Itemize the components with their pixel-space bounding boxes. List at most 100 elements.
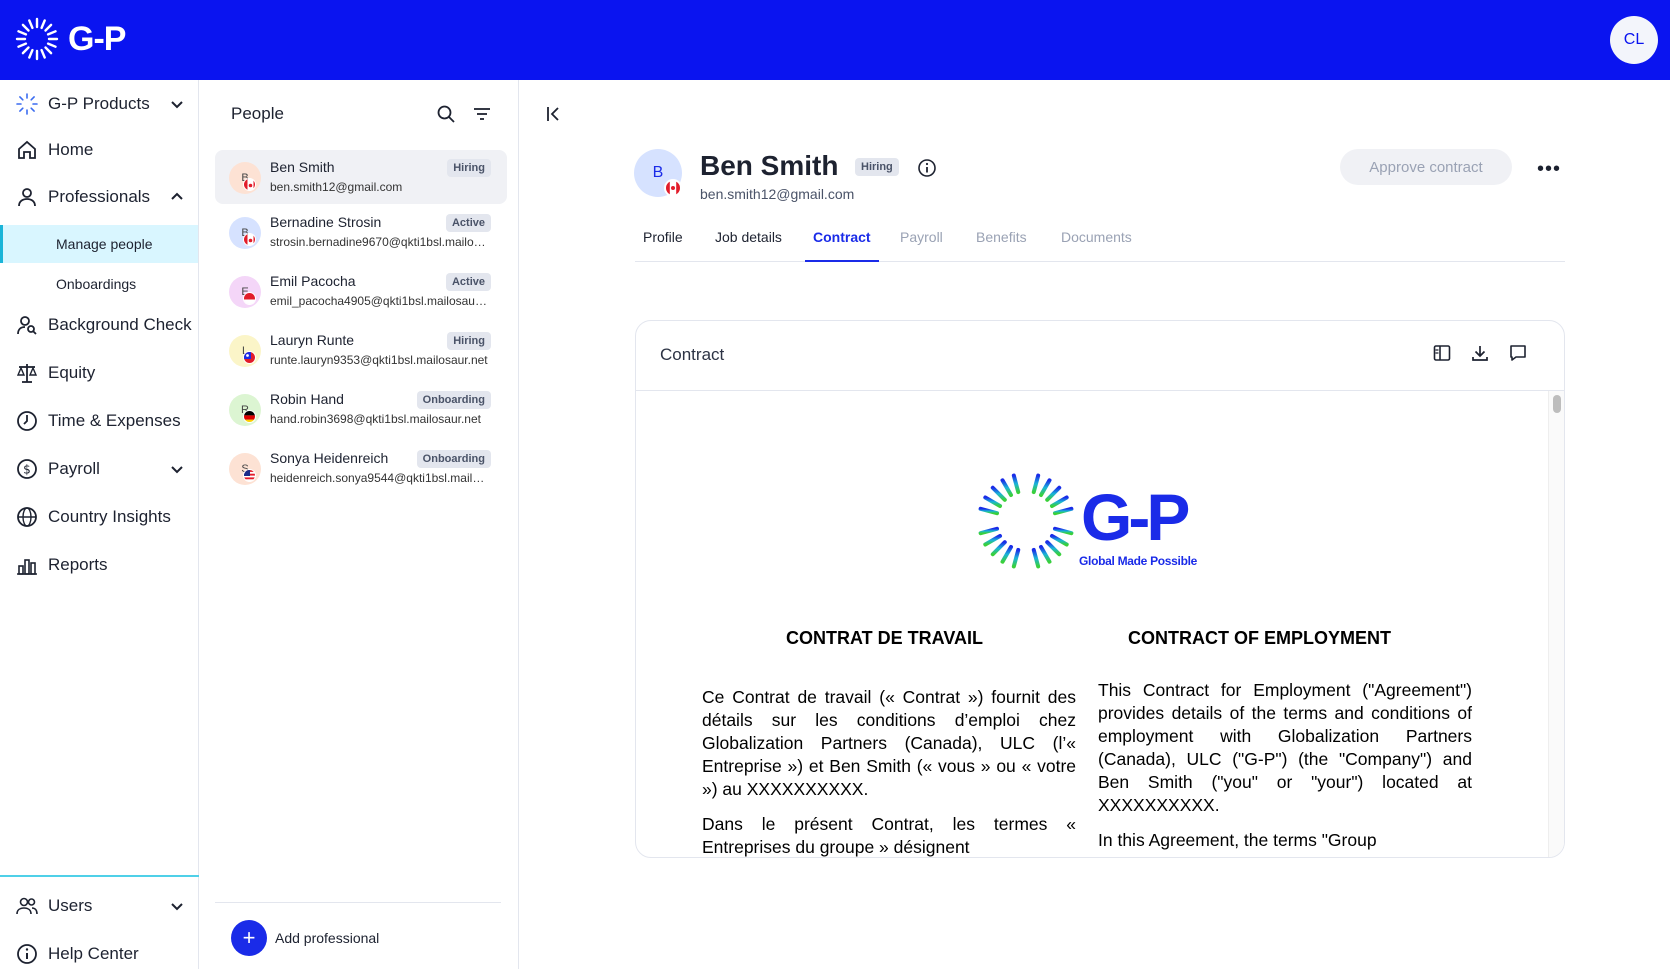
contract-text-fr: Ce Contrat de travail (« Contrat ») four… xyxy=(702,686,1076,857)
filter-icon[interactable] xyxy=(472,104,492,124)
gp-sunburst-logo-icon xyxy=(977,472,1075,570)
more-options-icon[interactable]: ••• xyxy=(1537,158,1561,181)
sidebar-item-label: Equity xyxy=(48,363,96,382)
scale-icon xyxy=(16,362,38,384)
status-badge: Onboarding xyxy=(416,450,491,468)
sidebar-item-reports[interactable]: Reports xyxy=(0,545,199,585)
heading-en: CONTRACT OF EMPLOYMENT xyxy=(1128,628,1391,648)
comment-icon[interactable] xyxy=(1508,343,1528,363)
person-name: Bernadine Strosin xyxy=(270,214,382,230)
person-row-lauryn-runte[interactable]: L Lauryn Runte runte.lauryn9353@qkti1bsl… xyxy=(215,323,507,377)
profile-email: ben.smith12@gmail.com xyxy=(700,186,855,202)
sidebar-item-professionals[interactable]: Professionals xyxy=(0,177,199,217)
gp-logo[interactable]: G-P xyxy=(14,16,126,62)
sunburst-icon xyxy=(16,93,38,115)
person-name: Ben Smith xyxy=(270,159,335,175)
person-row-emil-pacocha[interactable]: E Emil Pacocha emil_pacocha4905@qkti1bsl… xyxy=(215,264,507,318)
canada-flag-icon xyxy=(664,179,682,197)
tab-contract[interactable]: Contract xyxy=(805,220,879,262)
add-professional-button[interactable]: + xyxy=(231,920,267,956)
people-title: People xyxy=(231,104,284,123)
status-badge: Onboarding xyxy=(416,391,491,409)
paragraph: In this Agreement, the terms "Group xyxy=(1098,830,1377,850)
tab-job-details[interactable]: Job details xyxy=(707,220,790,262)
sidebar-item-label: Time & Expenses xyxy=(48,411,181,430)
globe-icon xyxy=(16,506,38,528)
contract-document[interactable]: G-P Global Made Possible CONTRAT DE TRAV… xyxy=(636,391,1548,857)
chevron-down-icon xyxy=(171,101,183,109)
person-search-icon xyxy=(16,314,38,336)
status-badge: Hiring xyxy=(855,158,899,176)
sidebar-item-label: Home xyxy=(48,140,94,159)
clock-icon xyxy=(16,410,38,432)
home-icon xyxy=(16,139,38,161)
approve-contract-button[interactable]: Approve contract xyxy=(1340,149,1512,185)
tab-benefits[interactable]: Benefits xyxy=(968,220,1035,262)
contract-title: Contract xyxy=(660,345,725,364)
sidebar-item-home[interactable]: Home xyxy=(0,130,199,170)
contract-text-en: This Contract for Employment ("Agreement… xyxy=(1098,679,1472,857)
sidebar-item-label: Reports xyxy=(48,555,108,574)
user-avatar[interactable]: CL xyxy=(1610,16,1658,64)
paragraph: Ce Contrat de travail (« Contrat ») four… xyxy=(702,687,1076,799)
person-row-robin-hand[interactable]: R Robin Hand hand.robin3698@qkti1bsl.mai… xyxy=(215,382,507,436)
contract-tools xyxy=(1432,343,1528,363)
sidebar-item-label: Users xyxy=(48,896,93,915)
canada-flag-icon xyxy=(243,178,256,191)
split-view-icon[interactable] xyxy=(1432,343,1452,363)
sidebar-item-country-insights[interactable]: Country Insights xyxy=(0,497,199,537)
document-logo-text: G-P xyxy=(1081,480,1190,554)
scroll-thumb[interactable] xyxy=(1553,395,1561,413)
sidebar-item-label: Payroll xyxy=(48,459,100,478)
person-email: ben.smith12@gmail.com xyxy=(270,180,403,194)
tab-documents[interactable]: Documents xyxy=(1053,220,1140,262)
person-row-ben-smith[interactable]: B Ben Smith ben.smith12@gmail.com Hiring xyxy=(215,150,507,204)
person-row-sonya-heidenreich[interactable]: S Sonya Heidenreich heidenreich.sonya954… xyxy=(215,441,507,495)
plus-icon: + xyxy=(242,925,256,950)
taiwan-flag-icon xyxy=(243,351,256,364)
person-email: runte.lauryn9353@qkti1bsl.mailosaur.net xyxy=(270,353,488,367)
download-icon[interactable] xyxy=(1470,343,1490,363)
contract-card: Contract G-P Global Made Possible CONTRA… xyxy=(635,320,1565,858)
chevron-up-icon xyxy=(171,192,183,200)
bar-chart-icon xyxy=(16,554,38,576)
sidebar-item-background-check[interactable]: Background Check xyxy=(0,305,199,345)
person-email: hand.robin3698@qkti1bsl.mailosaur.net xyxy=(270,412,481,426)
person-email: emil_pacocha4905@qkti1bsl.mailosaur.net xyxy=(270,294,490,308)
sidebar-item-time-expenses[interactable]: Time & Expenses xyxy=(0,401,199,441)
sidebar-item-users[interactable]: Users xyxy=(0,886,199,926)
person-row-bernadine-strosin[interactable]: B Bernadine Strosin strosin.bernadine967… xyxy=(215,205,507,259)
document-scrollbar[interactable] xyxy=(1548,391,1564,857)
info-icon[interactable] xyxy=(917,158,937,178)
chevron-down-icon xyxy=(171,466,183,474)
sidebar-item-help-center[interactable]: Help Center xyxy=(0,934,199,974)
tab-payroll[interactable]: Payroll xyxy=(892,220,951,262)
sidebar-item-payroll[interactable]: $ Payroll xyxy=(0,449,199,489)
profile-name: Ben Smith xyxy=(700,150,839,181)
main-content: B Ben Smith Hiring ben.smith12@gmail.com… xyxy=(520,80,1670,969)
tab-profile[interactable]: Profile xyxy=(635,220,691,262)
status-badge: Hiring xyxy=(447,159,491,177)
search-icon[interactable] xyxy=(436,104,456,124)
people-tools xyxy=(436,104,492,124)
product-switcher-label: G-P Products xyxy=(48,94,150,113)
person-name: Emil Pacocha xyxy=(270,273,356,289)
logo-text: G-P xyxy=(68,19,126,58)
sidebar-item-equity[interactable]: Equity xyxy=(0,353,199,393)
sidebar-item-label: Country Insights xyxy=(48,507,171,526)
sidebar-item-label: Background Check xyxy=(48,315,192,334)
collapse-panel-icon[interactable] xyxy=(544,104,564,124)
users-icon xyxy=(16,895,38,917)
sidebar-subitem-onboardings[interactable]: Onboardings xyxy=(0,265,198,303)
paragraph: Dans le présent Contrat, les termes « En… xyxy=(702,814,1076,857)
people-panel: People B Ben Smith ben.smith12@gmail.com… xyxy=(199,80,519,969)
product-switcher[interactable]: G-P Products xyxy=(0,84,199,124)
add-professional-label[interactable]: Add professional xyxy=(275,930,379,946)
status-badge: Active xyxy=(445,273,491,291)
person-icon xyxy=(16,186,38,208)
top-bar: G-P CL xyxy=(0,0,1670,80)
sidebar-subitem-manage-people[interactable]: Manage people xyxy=(0,225,198,263)
sidebar-item-label: Professionals xyxy=(48,187,151,206)
svg-text:$: $ xyxy=(23,463,31,477)
sidebar-item-label: Help Center xyxy=(48,944,139,963)
